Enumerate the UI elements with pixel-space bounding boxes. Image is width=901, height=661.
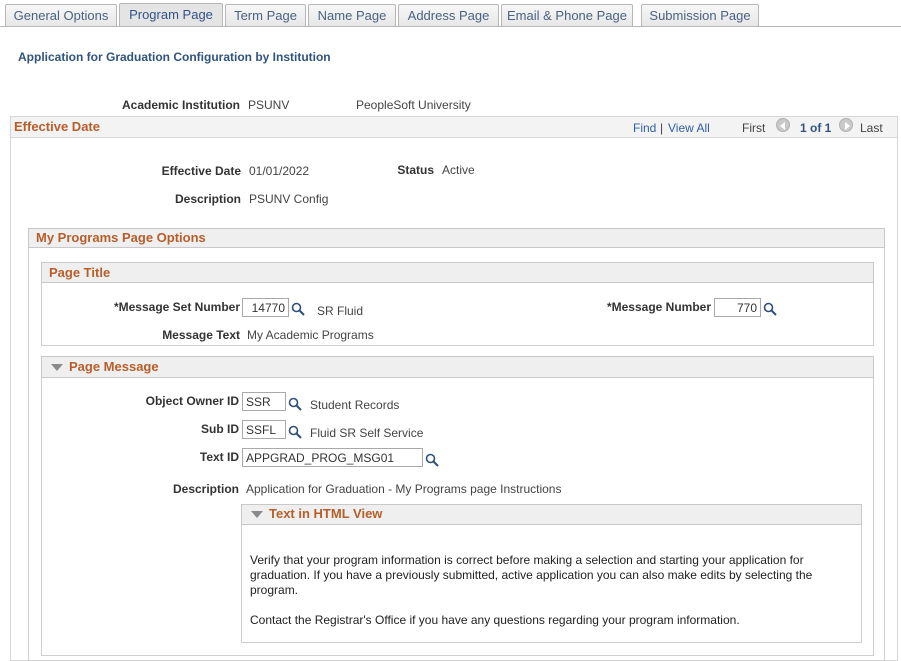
tab-program-page[interactable]: Program Page <box>119 3 223 27</box>
message-description-value: Application for Graduation - My Programs… <box>246 482 562 496</box>
message-number-input[interactable] <box>714 298 761 317</box>
text-id-input[interactable] <box>242 448 423 467</box>
page-title-section-header <box>41 262 874 283</box>
row-counter: 1 of 1 <box>800 121 832 135</box>
tab-email-phone-page[interactable]: Email & Phone Page <box>501 4 633 27</box>
institution-name: PeopleSoft University <box>356 98 471 112</box>
text-id-label: Text ID <box>199 450 239 464</box>
tab-general-options[interactable]: General Options <box>5 4 117 27</box>
sub-id-label: Sub ID <box>201 422 239 436</box>
tab-divider <box>0 26 901 27</box>
message-text-value: My Academic Programs <box>247 328 374 342</box>
sub-id-input[interactable] <box>242 420 286 439</box>
triangle-down-icon[interactable] <box>51 364 63 371</box>
prev-arrow-icon[interactable] <box>776 118 790 132</box>
description-value: PSUNV Config <box>249 192 329 206</box>
object-owner-id-label: Object Owner ID <box>145 394 239 408</box>
status-value: Active <box>442 163 475 177</box>
page-title: Application for Graduation Configuration… <box>18 50 331 64</box>
programs-section-title: My Programs Page Options <box>36 230 206 245</box>
next-arrow-icon[interactable] <box>839 118 853 132</box>
page-title-section-title: Page Title <box>49 265 111 280</box>
tab-address-page[interactable]: Address Page <box>398 4 499 27</box>
object-owner-description: Student Records <box>310 398 400 412</box>
object-owner-id-input[interactable] <box>242 392 286 411</box>
institution-code: PSUNV <box>248 98 290 112</box>
first-label: First <box>742 121 766 135</box>
status-label: Status <box>397 163 434 177</box>
magnifier-icon[interactable] <box>763 302 777 316</box>
tab-submission-page[interactable]: Submission Page <box>641 4 759 27</box>
message-set-description: SR Fluid <box>317 304 364 318</box>
html-view-title: Text in HTML View <box>269 506 383 521</box>
page-message-section-title: Page Message <box>69 359 159 374</box>
tab-term-page[interactable]: Term Page <box>225 4 306 27</box>
sub-id-description: Fluid SR Self Service <box>310 426 424 440</box>
magnifier-icon[interactable] <box>288 397 302 411</box>
triangle-down-icon[interactable] <box>251 511 263 518</box>
message-text-label: Message Text <box>162 328 240 342</box>
html-view-paragraph-1: Verify that your program information is … <box>250 553 813 597</box>
find-link[interactable]: Find <box>633 121 656 135</box>
message-set-number-label: *Message Set Number <box>113 300 240 314</box>
magnifier-icon[interactable] <box>288 425 302 439</box>
html-view-paragraph-2: Contact the Registrar's Office if you ha… <box>250 613 740 627</box>
institution-label: Academic Institution <box>121 98 240 112</box>
view-all-link[interactable]: View All <box>668 121 710 135</box>
magnifier-icon[interactable] <box>291 302 305 316</box>
message-set-number-input[interactable] <box>242 298 289 317</box>
effective-date-label: Effective Date <box>161 164 241 178</box>
effective-date-value: 01/01/2022 <box>249 164 310 178</box>
description-label: Description <box>174 192 241 206</box>
tab-name-page[interactable]: Name Page <box>308 4 396 27</box>
page-message-section-header[interactable] <box>41 356 874 378</box>
last-label: Last <box>860 121 883 135</box>
message-number-label: *Message Number <box>606 300 711 314</box>
message-description-label: Description <box>172 482 239 496</box>
effective-date-title: Effective Date <box>14 119 100 134</box>
link-separator: | <box>660 121 664 135</box>
magnifier-icon[interactable] <box>425 453 439 467</box>
